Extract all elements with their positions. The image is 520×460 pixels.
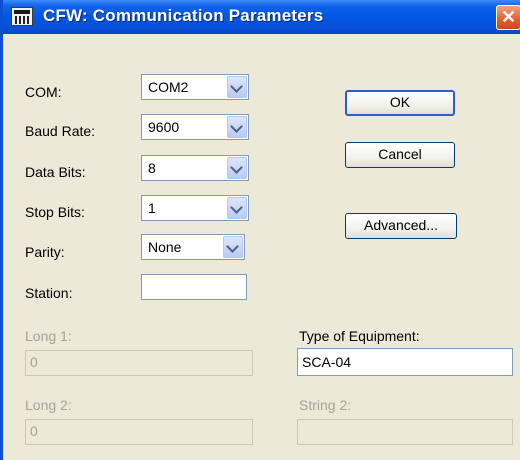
app-icon [11, 7, 33, 26]
title-bar[interactable]: CFW: Communication Parameters ✕ [3, 0, 520, 34]
data-bits-value: 8 [148, 160, 156, 176]
station-label: Station: [25, 285, 73, 301]
close-button[interactable]: ✕ [496, 5, 520, 30]
long2-field: 0 [25, 419, 253, 445]
parity-label: Parity: [25, 244, 65, 260]
com-value: COM2 [148, 79, 189, 95]
com-label: COM: [25, 84, 62, 100]
string2-label: String 2: [299, 397, 352, 413]
chevron-down-icon[interactable] [227, 157, 247, 179]
equipment-label: Type of Equipment: [299, 328, 420, 344]
long1-field: 0 [25, 350, 253, 376]
station-input[interactable] [141, 274, 247, 300]
long1-label: Long 1: [25, 328, 72, 344]
baud-rate-value: 9600 [148, 119, 180, 135]
data-bits-label: Data Bits: [25, 164, 86, 180]
dialog-window: CFW: Communication Parameters ✕ COM: COM… [0, 0, 520, 460]
chevron-down-icon[interactable] [223, 236, 243, 258]
long1-value: 0 [30, 354, 38, 370]
chevron-down-icon[interactable] [227, 76, 247, 98]
parity-select[interactable]: None [141, 234, 245, 260]
stop-bits-select[interactable]: 1 [141, 195, 249, 221]
long2-label: Long 2: [25, 397, 72, 413]
stop-bits-value: 1 [148, 200, 156, 216]
close-icon: ✕ [500, 7, 517, 27]
baud-rate-select[interactable]: 9600 [141, 114, 249, 140]
chevron-down-icon[interactable] [227, 197, 247, 219]
equipment-value: SCA-04 [302, 354, 352, 370]
com-select[interactable]: COM2 [141, 74, 249, 100]
window-title: CFW: Communication Parameters [43, 6, 324, 25]
long2-value: 0 [30, 423, 38, 439]
equipment-input[interactable]: SCA-04 [297, 348, 513, 376]
ok-button[interactable]: OK [345, 90, 455, 116]
advanced-button[interactable]: Advanced... [345, 213, 457, 239]
parity-value: None [148, 239, 182, 255]
cancel-button[interactable]: Cancel [345, 142, 455, 168]
data-bits-select[interactable]: 8 [141, 155, 249, 181]
string2-field [297, 419, 513, 445]
baud-rate-label: Baud Rate: [25, 123, 96, 139]
stop-bits-label: Stop Bits: [25, 204, 85, 220]
chevron-down-icon[interactable] [227, 116, 247, 138]
